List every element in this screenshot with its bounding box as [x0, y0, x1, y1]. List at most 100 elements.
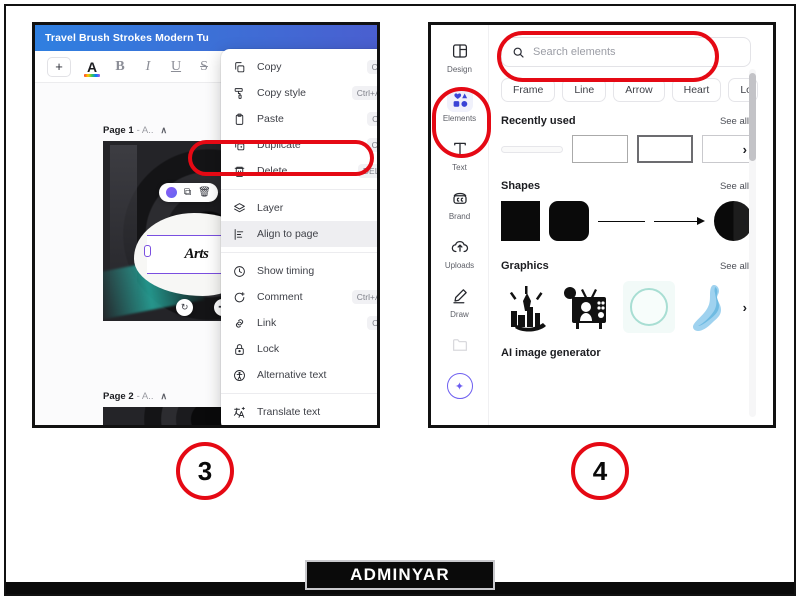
chip-label: Arrow: [625, 84, 653, 96]
context-menu-item-align-to-page[interactable]: Align to page›: [221, 221, 377, 247]
context-menu-item-comment[interactable]: Comment Ctrl+Alt+N: [221, 284, 377, 310]
shapes-row: ›: [501, 201, 753, 241]
recent-item-rect-thin[interactable]: [572, 135, 628, 163]
context-menu[interactable]: Copy Ctrl+C Copy style Ctrl+Alt+C Paste Ctrl+…: [221, 49, 377, 425]
step-number-3: 3: [176, 442, 234, 500]
section-ai-generator-header: AI image generator: [501, 347, 749, 359]
panel-scrollbar[interactable]: [749, 69, 756, 417]
context-menu-item-link[interactable]: Link Ctrl+K: [221, 310, 377, 336]
watermark-badge: ADMINYAR: [305, 560, 495, 590]
color-swatch-bar: [84, 73, 100, 77]
strikethrough-button[interactable]: S: [197, 59, 211, 75]
section-title: AI image generator: [501, 347, 601, 359]
category-chip-line[interactable]: Line: [562, 78, 607, 102]
add-button[interactable]: +: [47, 56, 71, 77]
search-elements-bar[interactable]: Search elements: [501, 37, 751, 67]
magic-edit-icon[interactable]: [166, 187, 177, 198]
graphics-next-arrow[interactable]: ›: [743, 300, 747, 315]
context-menu-item-copy[interactable]: Copy Ctrl+C: [221, 54, 377, 80]
rail-item-uploads[interactable]: Uploads: [436, 235, 484, 270]
menu-item-shortcut: Ctrl+V: [367, 112, 377, 126]
rail-item-elements[interactable]: Elements: [436, 88, 484, 123]
blue-object-icon: [693, 285, 721, 331]
element-floating-toolbar[interactable]: ⧉ 🗑: [159, 183, 218, 202]
italic-button[interactable]: I: [141, 59, 155, 75]
accessibility-icon: [232, 368, 246, 382]
category-chip-heart[interactable]: Heart: [671, 78, 722, 102]
rail-item-label: Draw: [450, 310, 469, 319]
context-menu-item-alternative-text[interactable]: Alternative text: [221, 362, 377, 388]
elements-icon: [446, 88, 473, 112]
menu-item-label: Comment: [257, 291, 303, 303]
graphic-mint-ring[interactable]: [623, 281, 675, 333]
page-1-label[interactable]: Page 1 - A.. ∧: [103, 125, 167, 136]
category-chip-arrow[interactable]: Arrow: [613, 78, 665, 102]
rail-item-label: Uploads: [444, 261, 475, 270]
see-all-link[interactable]: See all: [720, 116, 749, 127]
projects-icon: [447, 333, 473, 357]
left-rail: Design Elements Text Brand Uploads Draw ✦: [431, 25, 489, 425]
context-menu-item-translate-text[interactable]: Translate text: [221, 399, 377, 425]
graphic-tv-person[interactable]: [562, 281, 614, 333]
chip-label: Frame: [513, 84, 544, 96]
context-menu-item-show-timing[interactable]: Show timing: [221, 258, 377, 284]
duplicate-icon: [232, 138, 246, 152]
shapes-next-arrow[interactable]: ›: [743, 214, 747, 229]
context-menu-item-duplicate[interactable]: Duplicate Ctrl+D: [221, 132, 377, 158]
chevron-up-icon[interactable]: ∧: [161, 125, 168, 136]
text-icon: [447, 137, 473, 161]
uploads-icon: [447, 235, 473, 259]
rail-item-label: Text: [452, 163, 467, 172]
font-color-button[interactable]: A: [84, 59, 100, 77]
graphic-hand-pencil[interactable]: [501, 281, 553, 333]
selection-handle-left[interactable]: [143, 245, 151, 258]
category-chip-frame[interactable]: Frame: [501, 78, 556, 102]
delete-icon[interactable]: 🗑: [198, 187, 211, 198]
recently-used-next-arrow[interactable]: ›: [743, 142, 747, 157]
context-menu-item-copy-style[interactable]: Copy style Ctrl+Alt+C: [221, 80, 377, 106]
menu-item-label: Link: [257, 317, 277, 329]
menu-item-label: Layer: [257, 202, 284, 214]
shape-rounded-square[interactable]: [549, 201, 589, 241]
rail-item-label: Elements: [442, 114, 477, 123]
graphic-blue-object[interactable]: [684, 281, 736, 333]
underline-button[interactable]: U: [169, 59, 183, 75]
rail-item-label: Brand: [448, 212, 471, 221]
context-menu-item-delete[interactable]: Delete DELETE: [221, 158, 377, 184]
search-icon: [513, 47, 524, 58]
menu-item-shortcut: Ctrl+C: [366, 60, 377, 74]
align-icon: [232, 227, 246, 241]
see-all-link[interactable]: See all: [720, 181, 749, 192]
context-menu-item-layer[interactable]: Layer›: [221, 195, 377, 221]
rail-item-projects[interactable]: [436, 333, 484, 357]
duplicate-icon[interactable]: ⧉: [184, 187, 191, 198]
screenshot-panel-4: Design Elements Text Brand Uploads Draw ✦ Sear…: [428, 22, 776, 428]
rail-item-draw[interactable]: Draw: [436, 284, 484, 319]
rail-item-design[interactable]: Design: [436, 39, 484, 74]
chip-label: Line: [574, 84, 595, 96]
see-all-link[interactable]: See all: [720, 261, 749, 272]
menu-item-shortcut: Ctrl+K: [367, 316, 377, 330]
bold-button[interactable]: B: [113, 59, 127, 75]
rail-item-text[interactable]: Text: [436, 137, 484, 172]
shape-square[interactable]: [501, 201, 541, 241]
rail-item-brand[interactable]: Brand: [436, 186, 484, 221]
page-2-label[interactable]: Page 2 - A.. ∧: [103, 391, 167, 402]
shape-circle[interactable]: [713, 201, 753, 241]
window-title: Travel Brush Strokes Modern Tu: [45, 32, 209, 44]
recently-used-row: ›: [501, 135, 753, 163]
watermark-text: ADMINYAR: [350, 565, 450, 584]
context-menu-item-lock[interactable]: Lock: [221, 336, 377, 362]
context-menu-item-paste[interactable]: Paste Ctrl+V: [221, 106, 377, 132]
ai-assistant-icon[interactable]: ✦: [446, 373, 473, 399]
comment-icon: [232, 290, 246, 304]
shape-line[interactable]: [597, 220, 645, 222]
chevron-up-icon-2[interactable]: ∧: [161, 391, 168, 402]
recent-item-line[interactable]: [501, 145, 563, 153]
scrollbar-thumb[interactable]: [749, 73, 756, 161]
recent-item-rect-thick[interactable]: [637, 135, 693, 163]
design-icon: [447, 39, 473, 63]
graphics-row: ›: [501, 281, 753, 333]
rail-item-label: Design: [447, 65, 472, 74]
hand-pencil-icon: [509, 286, 546, 332]
